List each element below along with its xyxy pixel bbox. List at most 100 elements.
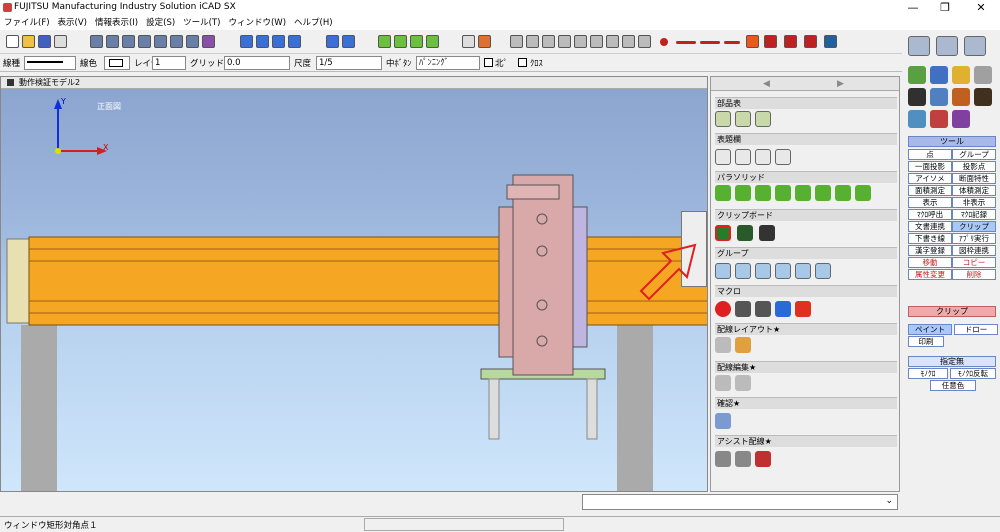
- panel-view-1-icon[interactable]: [908, 36, 930, 56]
- menu-info[interactable]: 情報表示(I): [91, 16, 142, 30]
- tool-cube-icon[interactable]: [952, 88, 970, 106]
- group-5-icon[interactable]: [795, 263, 811, 279]
- macro-record-icon[interactable]: [715, 301, 731, 317]
- tool-bars-icon[interactable]: [908, 88, 926, 106]
- title-block-3-icon[interactable]: [755, 149, 771, 165]
- layer-2-icon[interactable]: [394, 35, 407, 48]
- view-iso-icon[interactable]: [186, 35, 199, 48]
- tool-attr-change[interactable]: 属性変更: [908, 269, 952, 280]
- tool-tree-icon[interactable]: [930, 88, 948, 106]
- tool-section-props[interactable]: 断面特性: [952, 173, 996, 184]
- angle-icon[interactable]: [784, 35, 797, 48]
- tool-layers-icon[interactable]: [930, 110, 948, 128]
- macro-stop-icon[interactable]: [755, 301, 771, 317]
- parts-list-1-icon[interactable]: [715, 111, 731, 127]
- point-icon[interactable]: [660, 38, 668, 46]
- snap-1-icon[interactable]: [510, 35, 523, 48]
- layer-3-icon[interactable]: [410, 35, 423, 48]
- panel-view-2-icon[interactable]: [936, 36, 958, 56]
- paint-button[interactable]: ペイント: [908, 324, 952, 335]
- line-h-icon[interactable]: [676, 41, 696, 44]
- mono-button[interactable]: ﾓﾉｸﾛ: [908, 368, 948, 379]
- panel-prev-icon[interactable]: ◀: [763, 79, 770, 89]
- view-left-icon[interactable]: [122, 35, 135, 48]
- wiring-layout-2-icon[interactable]: [735, 337, 751, 353]
- close-button[interactable]: ✕: [966, 0, 996, 16]
- tool-isometric[interactable]: アイソメ: [908, 173, 952, 184]
- macro-play-icon[interactable]: [775, 301, 791, 317]
- group-3-icon[interactable]: [755, 263, 771, 279]
- tool-clip[interactable]: クリップ: [952, 221, 996, 232]
- tool-delete[interactable]: 削除: [952, 269, 996, 280]
- tool-point[interactable]: 点: [908, 149, 952, 160]
- tool-image-icon[interactable]: [908, 110, 926, 128]
- view-bottom-icon[interactable]: [170, 35, 183, 48]
- any-color-button[interactable]: 任意色: [930, 380, 976, 391]
- tool-check-icon[interactable]: [908, 66, 926, 84]
- tool-macro-record[interactable]: ﾏｸﾛ記録: [952, 209, 996, 220]
- scale-select[interactable]: 1/5: [316, 56, 382, 70]
- color-select[interactable]: [104, 56, 130, 70]
- parasolid-1-icon[interactable]: [715, 185, 731, 201]
- check-icon[interactable]: [715, 413, 731, 429]
- tool-folder-icon[interactable]: [952, 66, 970, 84]
- tool-group[interactable]: グループ: [952, 149, 996, 160]
- cylinder-icon[interactable]: [478, 35, 491, 48]
- minimize-button[interactable]: —: [898, 0, 928, 16]
- clipboard-3-icon[interactable]: [759, 225, 775, 241]
- title-block-1-icon[interactable]: [715, 149, 731, 165]
- macro-run-icon[interactable]: [795, 301, 811, 317]
- snap-5-icon[interactable]: [574, 35, 587, 48]
- wiring-edit-2-icon[interactable]: [735, 375, 751, 391]
- tool-projection-point[interactable]: 投影点: [952, 161, 996, 172]
- snap-2-icon[interactable]: [526, 35, 539, 48]
- rotate-1-icon[interactable]: [240, 35, 253, 48]
- rotate-3-icon[interactable]: [272, 35, 285, 48]
- dimension-icon[interactable]: [764, 35, 777, 48]
- tool-single-projection[interactable]: 一面投影: [908, 161, 952, 172]
- grid-icon[interactable]: [824, 35, 837, 48]
- linetype-select[interactable]: [24, 56, 76, 70]
- cross-checkbox[interactable]: [518, 58, 527, 67]
- parasolid-5-icon[interactable]: [795, 185, 811, 201]
- redo-icon[interactable]: [342, 35, 355, 48]
- snap-8-icon[interactable]: [622, 35, 635, 48]
- tool-kanji-register[interactable]: 漢字登録: [908, 245, 952, 256]
- parasolid-3-icon[interactable]: [755, 185, 771, 201]
- menu-view[interactable]: 表示(V): [54, 16, 91, 30]
- clipboard-copy-icon[interactable]: [715, 225, 731, 241]
- panel-next-icon[interactable]: ▶: [837, 79, 844, 89]
- wiring-edit-1-icon[interactable]: [715, 375, 731, 391]
- layer-4-icon[interactable]: [426, 35, 439, 48]
- tool-hide[interactable]: 非表示: [952, 197, 996, 208]
- tool-volume-measure[interactable]: 体積測定: [952, 185, 996, 196]
- grid-select[interactable]: 0.0: [224, 56, 290, 70]
- open-folder-icon[interactable]: [22, 35, 35, 48]
- menu-window[interactable]: ウィンドウ(W): [224, 16, 290, 30]
- snap-6-icon[interactable]: [590, 35, 603, 48]
- clipboard-2-icon[interactable]: [737, 225, 753, 241]
- wiring-layout-1-icon[interactable]: [715, 337, 731, 353]
- maximize-button[interactable]: ❐: [930, 0, 960, 16]
- tool-doc-link[interactable]: 文書連携: [908, 221, 952, 232]
- assist-3-icon[interactable]: [755, 451, 771, 467]
- rotate-2-icon[interactable]: [256, 35, 269, 48]
- tool-pen-icon[interactable]: [952, 110, 970, 128]
- line-dash-icon[interactable]: [700, 41, 720, 44]
- mono-invert-button[interactable]: ﾓﾉｸﾛ反転: [950, 368, 996, 379]
- view-front-icon[interactable]: [90, 35, 103, 48]
- rotate-4-icon[interactable]: [288, 35, 301, 48]
- draw-button[interactable]: ドロー: [954, 324, 998, 335]
- macro-pause-icon[interactable]: [735, 301, 751, 317]
- parts-list-2-icon[interactable]: [735, 111, 751, 127]
- print-button[interactable]: 印刷: [908, 336, 944, 347]
- view-right-icon[interactable]: [138, 35, 151, 48]
- parasolid-2-icon[interactable]: [735, 185, 751, 201]
- layer-select[interactable]: 1: [152, 56, 186, 70]
- panel-view-3-icon[interactable]: [964, 36, 986, 56]
- tool-frame-icon[interactable]: [930, 66, 948, 84]
- command-combo[interactable]: ⌄: [582, 494, 898, 510]
- tool-draft-line[interactable]: 下書き線: [908, 233, 952, 244]
- target-label[interactable]: 指定無: [908, 356, 996, 367]
- assist-1-icon[interactable]: [715, 451, 731, 467]
